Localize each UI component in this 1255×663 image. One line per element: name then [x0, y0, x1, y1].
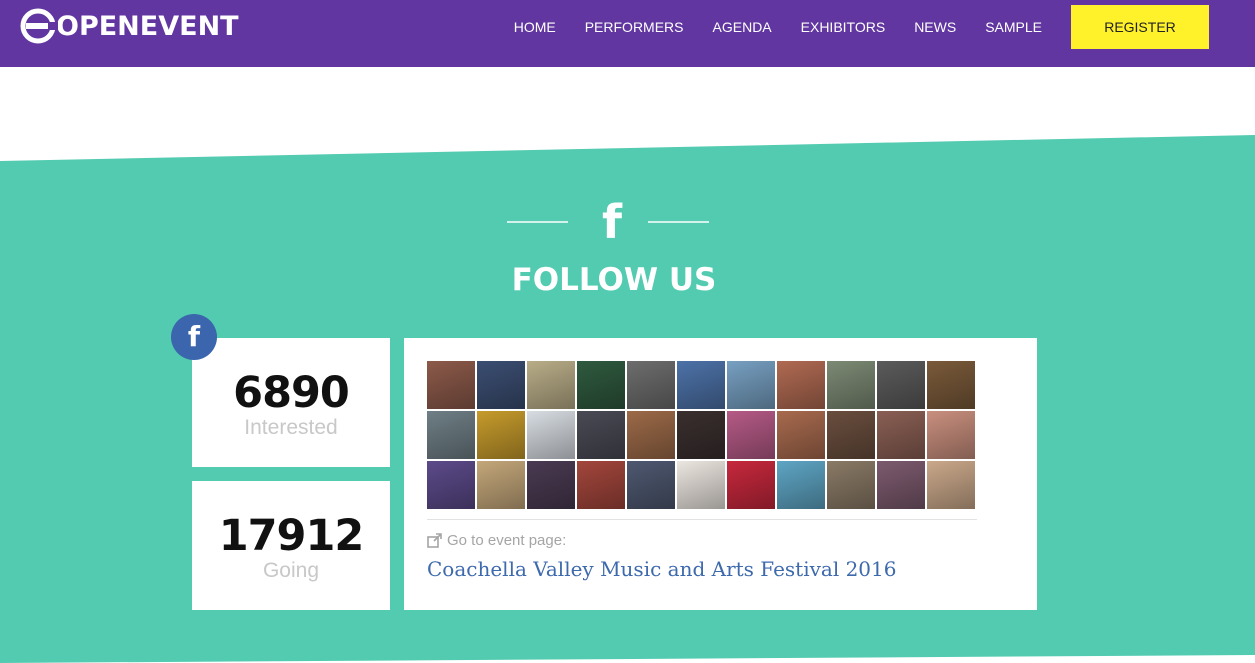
avatar-grid	[427, 361, 977, 511]
attendee-avatar[interactable]	[677, 411, 725, 459]
follow-us-title: FOLLOW US	[511, 262, 717, 298]
brand-name: OPENEVENT	[56, 10, 239, 42]
goto-text: Go to event page:	[447, 532, 567, 549]
attendee-avatar[interactable]	[477, 361, 525, 409]
top-navbar: OPENEVENT HOME PERFORMERS AGENDA EXHIBIT…	[0, 0, 1255, 67]
external-link-icon	[427, 533, 442, 548]
nav-news[interactable]: NEWS	[914, 19, 956, 35]
attendee-avatar[interactable]	[727, 461, 775, 509]
attendee-avatar[interactable]	[927, 361, 975, 409]
title-rule-right	[648, 221, 709, 223]
nav-exhibitors[interactable]: EXHIBITORS	[801, 19, 886, 35]
attendee-avatar[interactable]	[927, 411, 975, 459]
attendee-avatar[interactable]	[527, 461, 575, 509]
attendee-avatar[interactable]	[477, 411, 525, 459]
interested-card: 6890 Interested	[192, 338, 390, 467]
attendee-avatar[interactable]	[527, 361, 575, 409]
attendee-avatar[interactable]	[727, 361, 775, 409]
attendee-avatar[interactable]	[427, 411, 475, 459]
interested-label: Interested	[244, 416, 338, 439]
attendee-avatar[interactable]	[477, 461, 525, 509]
facebook-badge-icon: f	[171, 314, 217, 360]
going-label: Going	[262, 559, 320, 582]
attendee-avatar[interactable]	[427, 361, 475, 409]
attendee-avatar[interactable]	[627, 361, 675, 409]
attendee-avatar[interactable]	[677, 361, 725, 409]
attendee-avatar[interactable]	[577, 411, 625, 459]
attendee-avatar[interactable]	[877, 361, 925, 409]
attendees-panel: Go to event page: Coachella Valley Music…	[404, 338, 1037, 610]
attendee-avatar[interactable]	[927, 461, 975, 509]
interested-count: 6890	[233, 368, 350, 418]
attendee-avatar[interactable]	[527, 411, 575, 459]
attendee-avatar[interactable]	[877, 411, 925, 459]
going-count: 17912	[218, 511, 365, 561]
title-rule-left	[507, 221, 568, 223]
goto-event-label: Go to event page:	[427, 532, 566, 549]
attendee-avatar[interactable]	[827, 411, 875, 459]
nav-home[interactable]: HOME	[514, 19, 556, 35]
attendee-avatar[interactable]	[877, 461, 925, 509]
attendee-avatar[interactable]	[677, 461, 725, 509]
nav-performers[interactable]: PERFORMERS	[585, 19, 684, 35]
attendee-avatar[interactable]	[427, 461, 475, 509]
facebook-icon: f	[601, 195, 622, 249]
attendee-avatar[interactable]	[577, 361, 625, 409]
register-button[interactable]: REGISTER	[1071, 5, 1209, 49]
nav-links: HOME PERFORMERS AGENDA EXHIBITORS NEWS S…	[485, 0, 1042, 54]
nav-agenda[interactable]: AGENDA	[713, 19, 772, 35]
nav-sample[interactable]: SAMPLE	[985, 19, 1042, 35]
brand-logo[interactable]: OPENEVENT	[18, 6, 239, 46]
attendee-avatar[interactable]	[777, 361, 825, 409]
attendee-avatar[interactable]	[627, 461, 675, 509]
logo-mark-icon	[20, 8, 58, 44]
attendee-avatar[interactable]	[727, 411, 775, 459]
attendee-avatar[interactable]	[827, 361, 875, 409]
attendee-avatar[interactable]	[627, 411, 675, 459]
attendee-avatar[interactable]	[827, 461, 875, 509]
event-page-link[interactable]: Coachella Valley Music and Arts Festival…	[427, 557, 896, 581]
going-card: 17912 Going	[192, 481, 390, 610]
panel-divider	[427, 519, 977, 520]
attendee-avatar[interactable]	[777, 411, 825, 459]
attendee-avatar[interactable]	[577, 461, 625, 509]
attendee-avatar[interactable]	[777, 461, 825, 509]
